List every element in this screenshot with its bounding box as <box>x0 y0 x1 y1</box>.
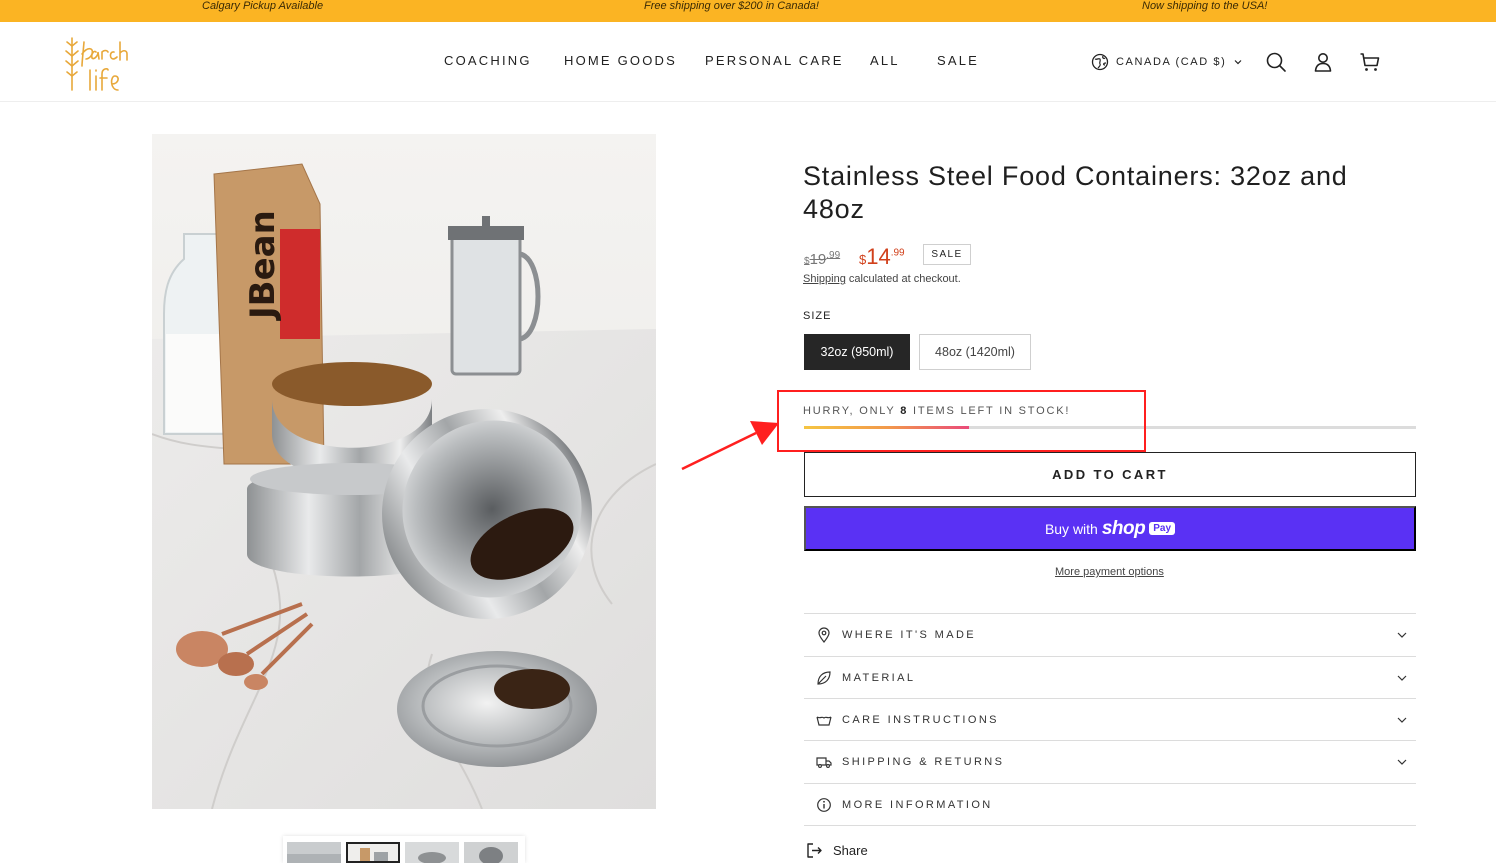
accordion-divider <box>804 825 1416 826</box>
site-header: COACHING HOME GOODS PERSONAL CARE ALL SA… <box>0 22 1496 102</box>
location-pin-icon <box>818 627 830 643</box>
pay-badge: Pay <box>1149 522 1176 535</box>
globe-icon <box>1091 53 1109 71</box>
chevron-down-icon <box>1397 632 1407 638</box>
product-title: Stainless Steel Food Containers: 32oz an… <box>803 161 1348 224</box>
leaf-icon <box>817 671 831 685</box>
larch-life-logo[interactable] <box>64 32 150 94</box>
chevron-down-icon <box>1397 759 1407 765</box>
product-image[interactable]: JBean <box>152 134 656 809</box>
chevron-down-icon <box>1397 675 1407 681</box>
svg-text:JBean: JBean <box>243 210 283 321</box>
announcement-pickup: Calgary Pickup Available <box>202 0 324 12</box>
accordion-label: SHIPPING & RETURNS <box>842 756 1005 768</box>
add-to-cart-button[interactable]: ADD TO CART <box>804 452 1416 497</box>
accordion-shipping-returns[interactable]: SHIPPING & RETURNS <box>804 740 1416 783</box>
more-payment-options-link[interactable]: More payment options <box>1055 566 1164 578</box>
share-label: Share <box>833 843 868 858</box>
nav-coaching[interactable]: COACHING <box>444 53 532 68</box>
sale-price-amount: 14 <box>866 244 891 269</box>
sale-price-cents: .99 <box>890 247 905 259</box>
announcement-bar: Calgary Pickup Available Free shipping o… <box>0 0 1496 22</box>
size-label: SIZE <box>803 310 832 322</box>
thumbnail-3[interactable] <box>405 842 459 863</box>
buy-with-shop-pay-button[interactable]: Buy with shop Pay <box>804 506 1416 551</box>
size-option-32oz[interactable]: 32oz (950ml) <box>804 334 910 370</box>
wash-basin-icon <box>816 716 832 726</box>
accordion-label: MORE INFORMATION <box>842 799 993 811</box>
nav-personal-care[interactable]: PERSONAL CARE <box>705 53 844 68</box>
chevron-down-icon <box>1397 717 1407 723</box>
thumbnail-1[interactable] <box>287 842 341 863</box>
accordion-label: WHERE IT'S MADE <box>842 629 977 641</box>
annotation-arrow-icon <box>681 421 779 471</box>
cart-icon[interactable] <box>1358 50 1382 74</box>
currency-label: CANADA (CAD $) <box>1116 56 1227 68</box>
image-thumbnails <box>283 836 525 863</box>
sale-badge: SALE <box>923 244 971 265</box>
account-icon[interactable] <box>1311 50 1335 74</box>
original-price: $19.99 <box>804 250 840 268</box>
info-icon <box>817 798 831 812</box>
search-icon[interactable] <box>1264 50 1288 74</box>
chevron-down-icon <box>1234 60 1242 65</box>
accordion-material[interactable]: MATERIAL <box>804 656 1416 699</box>
shipping-note: Shipping calculated at checkout. <box>803 273 961 285</box>
accordion-where-its-made[interactable]: WHERE IT'S MADE <box>804 613 1416 656</box>
thumbnail-2[interactable] <box>346 842 400 863</box>
nav-sale[interactable]: SALE <box>937 53 979 68</box>
thumbnail-4[interactable] <box>464 842 518 863</box>
nav-home-goods[interactable]: HOME GOODS <box>564 53 677 68</box>
announcement-usa-shipping: Now shipping to the USA! <box>1142 0 1268 12</box>
share-icon <box>807 843 822 858</box>
truck-icon <box>816 757 832 768</box>
sale-price: $14.99 <box>859 244 905 270</box>
accordion-label: CARE INSTRUCTIONS <box>842 714 999 726</box>
buy-with-label: Buy with <box>1044 520 1098 537</box>
size-option-48oz[interactable]: 48oz (1420ml) <box>919 334 1031 370</box>
nav-all[interactable]: ALL <box>870 53 900 68</box>
highlight-annotation-box <box>777 390 1146 452</box>
original-price-cents: .99 <box>826 250 841 261</box>
shop-pay-logo: shop <box>1101 517 1146 539</box>
shipping-link[interactable]: Shipping <box>803 273 846 285</box>
accordion-label: MATERIAL <box>842 672 916 684</box>
accordion-more-information[interactable]: MORE INFORMATION <box>804 783 1416 826</box>
product-photo: JBean <box>152 134 656 809</box>
accordion-care-instructions[interactable]: CARE INSTRUCTIONS <box>804 698 1416 741</box>
currency-selector[interactable]: CANADA (CAD $) <box>1091 52 1243 72</box>
shipping-note-text: calculated at checkout. <box>845 273 961 285</box>
share-button[interactable]: Share <box>806 842 868 859</box>
announcement-free-shipping: Free shipping over $200 in Canada! <box>644 0 819 12</box>
original-price-amount: 19 <box>809 251 827 268</box>
